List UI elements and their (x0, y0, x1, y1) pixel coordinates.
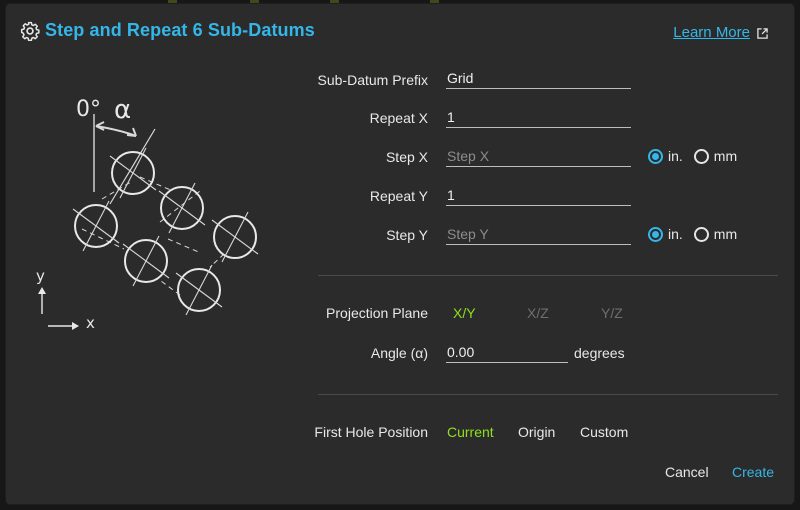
step-repeat-dialog: Step and Repeat 6 Sub-Datums Learn More … (6, 4, 794, 504)
step-x-input[interactable]: Step X (446, 145, 631, 167)
axis-y-label: y (36, 267, 45, 285)
step-y-unit-mm[interactable]: mm (693, 226, 738, 242)
divider (318, 275, 778, 276)
create-button[interactable]: Create (732, 464, 774, 480)
repeat-y-label: Repeat Y (369, 188, 428, 204)
first-hole-custom-option[interactable]: Custom (580, 424, 628, 440)
step-y-unit-in[interactable]: in. (648, 226, 683, 242)
repeat-x-label: Repeat X (369, 110, 428, 126)
cancel-button[interactable]: Cancel (665, 464, 709, 480)
projection-yz-option[interactable]: Y/Z (601, 305, 623, 321)
step-y-label: Step Y (386, 227, 428, 243)
dialog-title: Step and Repeat 6 Sub-Datums (45, 20, 315, 40)
angle-zero-label: 0° (76, 97, 101, 122)
unit-label: mm (713, 148, 738, 164)
external-link-icon[interactable] (757, 26, 768, 44)
radio-icon[interactable] (693, 148, 709, 164)
step-y-input[interactable]: Step Y (446, 223, 631, 245)
unit-label: in. (668, 148, 683, 164)
first-hole-current-option[interactable]: Current (447, 424, 494, 440)
learn-more-link[interactable]: Learn More (673, 24, 750, 41)
angle-unit: degrees (574, 345, 625, 361)
step-x-units: in. mm (648, 148, 748, 164)
angle-alpha-label: α (114, 95, 131, 125)
prefix-label: Sub-Datum Prefix (317, 72, 428, 88)
step-y-units: in. mm (648, 226, 748, 242)
repeat-x-input[interactable]: 1 (446, 106, 631, 128)
radio-icon[interactable] (693, 226, 709, 242)
projection-plane-label: Projection Plane (326, 305, 428, 321)
step-repeat-diagram: 0° α y x (36, 95, 259, 332)
step-x-label: Step X (385, 149, 428, 165)
step-x-unit-mm[interactable]: mm (693, 148, 738, 164)
unit-label: mm (713, 226, 738, 242)
unit-label: in. (668, 226, 683, 242)
first-hole-label: First Hole Position (314, 424, 428, 440)
radio-icon[interactable] (648, 226, 663, 242)
repeat-y-input[interactable]: 1 (446, 184, 631, 206)
dialog-header: Step and Repeat 6 Sub-Datums (20, 20, 315, 41)
prefix-input[interactable]: Grid (446, 67, 631, 89)
divider (318, 394, 778, 395)
step-x-unit-in[interactable]: in. (648, 148, 683, 164)
projection-xz-option[interactable]: X/Z (527, 305, 549, 321)
angle-label: Angle (α) (370, 345, 428, 361)
gear-icon (20, 21, 40, 41)
angle-input[interactable]: 0.00 (446, 341, 568, 363)
radio-icon[interactable] (648, 148, 663, 164)
first-hole-origin-option[interactable]: Origin (518, 424, 555, 440)
projection-xy-option[interactable]: X/Y (453, 305, 476, 321)
axis-x-label: x (86, 314, 95, 332)
